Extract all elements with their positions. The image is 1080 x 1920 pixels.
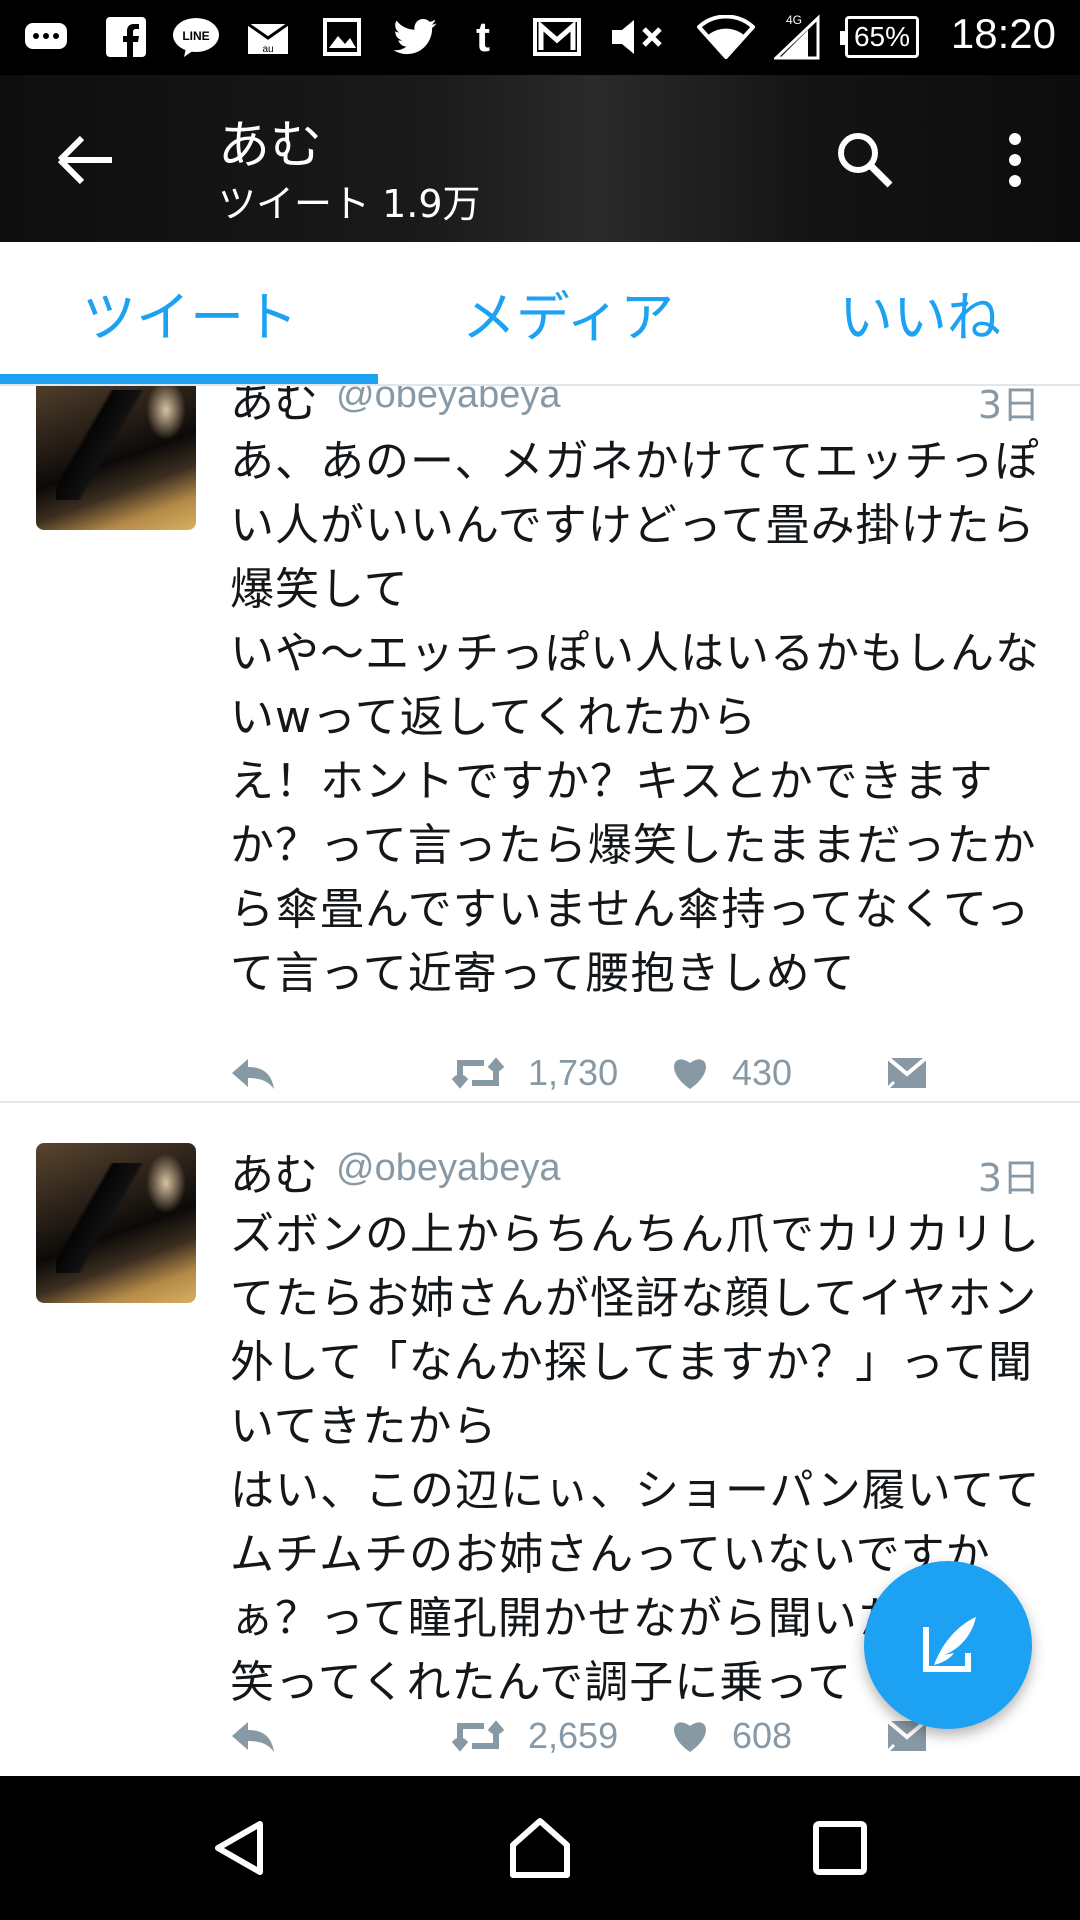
clock: 18:20: [950, 10, 1056, 57]
profile-tabs: ツイート メディア いいね: [0, 242, 1080, 386]
au-mail-icon: au: [246, 14, 290, 60]
facebook-icon: [104, 14, 148, 60]
back-button[interactable]: [50, 125, 120, 195]
tweet-author-name: あむ: [230, 386, 318, 428]
overflow-menu-icon: [1009, 133, 1021, 187]
like-button[interactable]: 430: [670, 1048, 792, 1098]
gmail-icon: [532, 14, 582, 60]
active-tab-indicator: [0, 374, 378, 384]
system-navigation-bar: [0, 1776, 1080, 1920]
svg-text:LINE: LINE: [182, 29, 209, 43]
nav-back-button[interactable]: [200, 1808, 280, 1888]
compose-quill-icon: [923, 1617, 976, 1672]
tweet-count: ツイート 1.9万: [218, 182, 481, 226]
reply-button[interactable]: [230, 1711, 276, 1761]
like-count: 430: [732, 1052, 793, 1093]
tweet-timestamp: 3日: [977, 1156, 1040, 1200]
retweet-button[interactable]: 1,730: [450, 1048, 618, 1098]
like-button[interactable]: 608: [670, 1711, 792, 1761]
tweet-actions: 1,730 430: [230, 1048, 1030, 1098]
svg-text:au: au: [262, 44, 273, 55]
square-recents-icon: [813, 1821, 867, 1875]
arrow-back-icon: [57, 135, 112, 185]
reply-icon: [232, 1722, 274, 1752]
avatar[interactable]: [36, 1143, 196, 1303]
retweet-icon: [451, 1720, 505, 1752]
tab-media[interactable]: メディア: [388, 242, 748, 382]
line-icon: LINE: [172, 14, 220, 60]
status-bar: LINE au t 4G 65% 18:20: [0, 0, 1080, 75]
tweet-author-handle: @obeyabeya: [336, 386, 561, 416]
heart-icon: [674, 1722, 706, 1752]
tweet-timestamp: 3日: [977, 386, 1040, 427]
tab-likes[interactable]: いいね: [740, 242, 1080, 382]
battery-level: 65%: [853, 21, 911, 52]
more-options-button[interactable]: [995, 125, 1035, 195]
wifi-icon: [696, 14, 756, 60]
mute-icon: [610, 14, 666, 60]
retweet-count: 1,730: [528, 1052, 619, 1093]
twitter-icon: [392, 14, 438, 60]
tweet-author-handle: @obeyabeya: [336, 1147, 561, 1189]
battery-icon: 65%: [840, 16, 919, 58]
gallery-icon: [322, 14, 362, 60]
reply-icon: [232, 1059, 274, 1089]
envelope-icon: [886, 1056, 928, 1090]
avatar[interactable]: [36, 386, 196, 530]
tweet-text: あ、あのー、メガネかけててエッチっぽい人がいいんですけどって畳み掛けたら爆笑して…: [230, 436, 1040, 999]
nav-home-button[interactable]: [500, 1808, 580, 1888]
profile-name: あむ: [218, 116, 323, 176]
retweet-button[interactable]: 2,659: [450, 1711, 618, 1761]
like-count: 608: [732, 1715, 793, 1756]
heart-icon: [674, 1059, 706, 1089]
reply-button[interactable]: [230, 1048, 276, 1098]
search-button[interactable]: [830, 125, 900, 195]
profile-header: あむ ツイート 1.9万: [0, 75, 1080, 242]
home-icon: [510, 1818, 570, 1878]
triangle-back-icon: [215, 1821, 263, 1875]
nav-recents-button[interactable]: [800, 1808, 880, 1888]
svg-text:4G: 4G: [786, 14, 802, 27]
signal-icon: 4G: [774, 14, 820, 60]
search-icon: [838, 133, 893, 188]
chat-icon: [24, 14, 68, 60]
tweet-author-name: あむ: [230, 1150, 318, 1201]
retweet-count: 2,659: [528, 1715, 619, 1756]
tab-tweets[interactable]: ツイート: [10, 242, 370, 382]
compose-tweet-button[interactable]: [864, 1561, 1032, 1729]
tumblr-icon: t: [476, 13, 490, 60]
retweet-icon: [451, 1057, 505, 1089]
direct-message-button[interactable]: [886, 1048, 928, 1098]
